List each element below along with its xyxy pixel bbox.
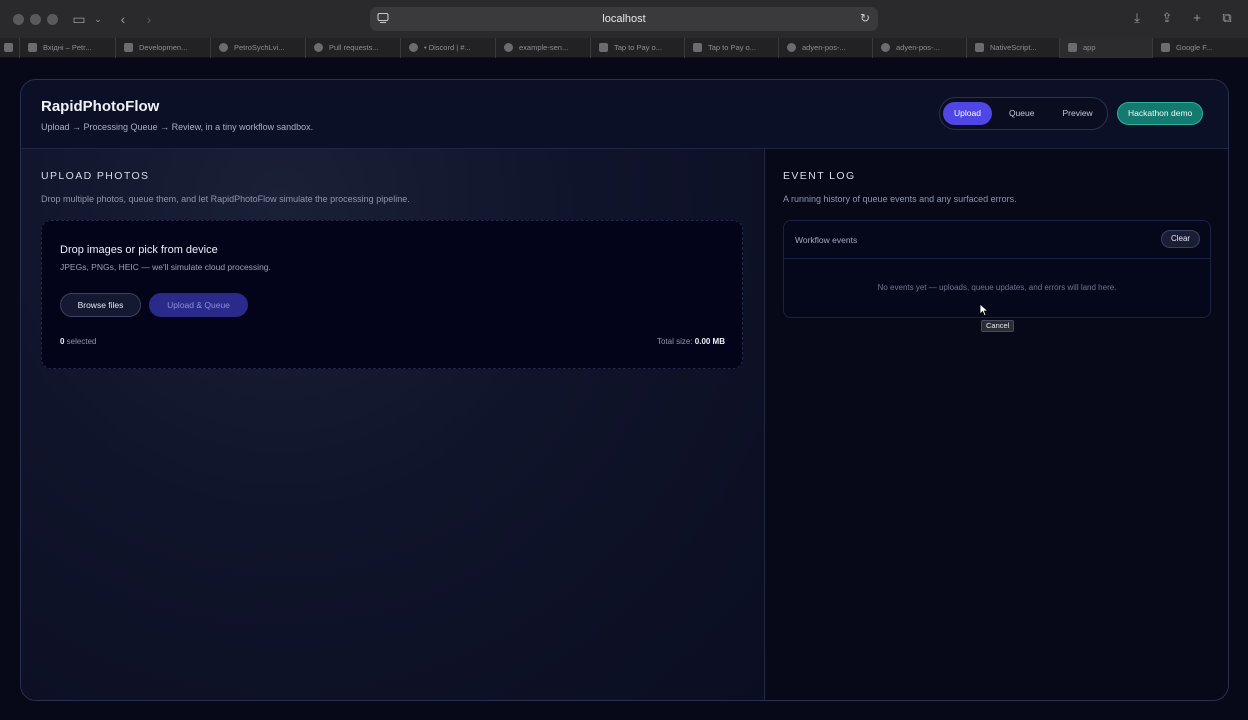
event-log-panel: EVENT LOG A running history of queue eve… xyxy=(766,149,1228,700)
dropzone-subtitle: JPEGs, PNGs, HEIC — we'll simulate cloud… xyxy=(60,262,271,272)
google-forms-icon xyxy=(1161,43,1170,52)
page-settings-icon[interactable] xyxy=(377,12,389,24)
selected-count: 0 selected xyxy=(60,337,97,346)
app-header: RapidPhotoFlow Upload → Processing Queue… xyxy=(21,80,1228,149)
tab-bar: Вхідні – Petr... Developmen... PetroSych… xyxy=(0,37,1248,58)
upload-section-title: UPLOAD PHOTOS xyxy=(41,170,150,182)
share-icon[interactable]: ⇪ xyxy=(1160,10,1174,26)
browser-tab[interactable]: Tap to Pay o... xyxy=(685,37,779,58)
app-card: RapidPhotoFlow Upload → Processing Queue… xyxy=(20,79,1229,701)
mouse-cursor-icon xyxy=(979,303,989,317)
window-controls[interactable] xyxy=(13,13,58,25)
nativescript-icon xyxy=(975,43,984,52)
event-log-description: A running history of queue events and an… xyxy=(783,194,1017,204)
tab-overview-icon[interactable]: ⧉ xyxy=(1220,10,1234,26)
app-icon xyxy=(1068,43,1077,52)
nav-segmented-control: Upload Queue Preview xyxy=(939,97,1108,130)
address-text: localhost xyxy=(602,13,646,25)
clear-button[interactable]: Clear xyxy=(1161,230,1200,248)
dropzone-title: Drop images or pick from device xyxy=(60,244,218,256)
address-bar[interactable]: localhost ↻ xyxy=(370,7,878,31)
discord-icon xyxy=(409,43,418,52)
cancel-tooltip: Cancel xyxy=(981,320,1015,332)
browser-toolbar: ▭ ⌄ ‹ › localhost ↻ ⤓ ⇪ + ⧉ xyxy=(0,0,1248,38)
total-size: Total size: 0.00 MB xyxy=(656,337,725,346)
browser-tab[interactable]: • Discord | #... xyxy=(401,37,496,58)
app-subtitle: Upload → Processing Queue → Review, in a… xyxy=(41,122,314,132)
hackathon-demo-button[interactable]: Hackathon demo xyxy=(1117,102,1204,125)
event-log-title: EVENT LOG xyxy=(783,170,856,182)
browser-tab[interactable]: Pull requests... xyxy=(306,37,401,58)
forward-icon[interactable]: › xyxy=(142,9,156,29)
zoom-window-dot[interactable] xyxy=(47,13,58,25)
chevron-down-icon[interactable]: ⌄ xyxy=(93,9,103,29)
close-window-dot[interactable] xyxy=(13,13,24,25)
document-icon xyxy=(693,43,702,52)
reload-icon[interactable]: ↻ xyxy=(860,11,870,25)
upload-queue-button[interactable]: Upload & Queue xyxy=(149,293,248,317)
github-icon xyxy=(881,43,890,52)
browser-tab[interactable]: Tap to Pay o... xyxy=(591,37,685,58)
browser-tab[interactable]: Вхідні – Petr... xyxy=(20,37,116,58)
download-icon[interactable]: ⤓ xyxy=(1130,10,1144,26)
github-icon xyxy=(314,43,323,52)
back-icon[interactable]: ‹ xyxy=(116,9,130,29)
github-icon xyxy=(219,43,228,52)
github-icon xyxy=(504,43,513,52)
mail-icon xyxy=(28,43,37,52)
workflow-events-header: Workflow events Clear xyxy=(784,221,1210,259)
minimize-window-dot[interactable] xyxy=(30,13,41,25)
pinned-tab-icon xyxy=(4,43,13,52)
browser-tab-active[interactable]: app xyxy=(1060,37,1153,58)
dropzone[interactable]: Drop images or pick from device JPEGs, P… xyxy=(41,220,743,369)
browser-tab[interactable]: adyen-pos-... xyxy=(873,37,967,58)
upload-panel: UPLOAD PHOTOS Drop multiple photos, queu… xyxy=(21,149,765,700)
upload-description: Drop multiple photos, queue them, and le… xyxy=(41,194,410,204)
browser-tab[interactable]: adyen-pos-... xyxy=(779,37,873,58)
browser-tab[interactable]: PetroSychLvi... xyxy=(211,37,306,58)
browse-files-button[interactable]: Browse files xyxy=(60,293,141,317)
developer-icon xyxy=(124,43,133,52)
empty-state-text: No events yet — uploads, queue updates, … xyxy=(877,283,1117,292)
new-tab-icon[interactable]: + xyxy=(1190,10,1204,26)
browser-tab[interactable]: example-sen... xyxy=(496,37,591,58)
github-icon xyxy=(787,43,796,52)
browser-tab[interactable]: NativeScript... xyxy=(967,37,1060,58)
document-icon xyxy=(599,43,608,52)
browser-tab[interactable]: Google F... xyxy=(1153,38,1243,58)
pinned-tab[interactable] xyxy=(0,37,20,58)
sidebar-icon[interactable]: ▭ xyxy=(70,9,88,29)
browser-tab[interactable]: Developmen... xyxy=(116,37,211,58)
tab-queue[interactable]: Queue xyxy=(998,102,1046,125)
workflow-events-label: Workflow events xyxy=(795,235,858,245)
workflow-events-list: Workflow events Clear No events yet — up… xyxy=(783,220,1211,318)
tab-preview[interactable]: Preview xyxy=(1051,102,1103,125)
tab-upload[interactable]: Upload xyxy=(943,102,992,125)
app-title: RapidPhotoFlow xyxy=(41,98,160,115)
